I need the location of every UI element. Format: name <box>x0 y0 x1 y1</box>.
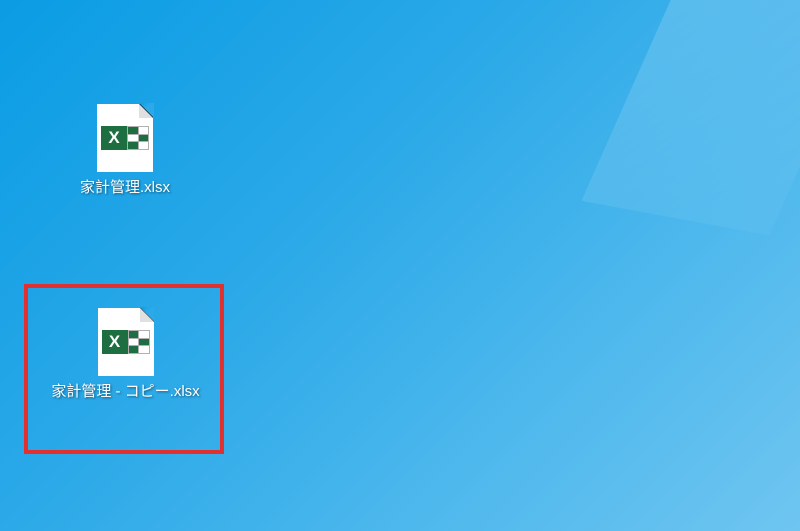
excel-file-icon: X <box>98 308 154 376</box>
desktop-light-decoration <box>581 0 800 235</box>
desktop-icon-excel-2[interactable]: X 家計管理 - コピー.xlsx <box>48 308 203 402</box>
desktop-icon-label: 家計管理 - コピー.xlsx <box>51 382 199 402</box>
excel-file-icon: X <box>97 104 153 172</box>
desktop-icon-excel-1[interactable]: X 家計管理.xlsx <box>65 104 185 198</box>
desktop-icon-label: 家計管理.xlsx <box>80 178 170 198</box>
